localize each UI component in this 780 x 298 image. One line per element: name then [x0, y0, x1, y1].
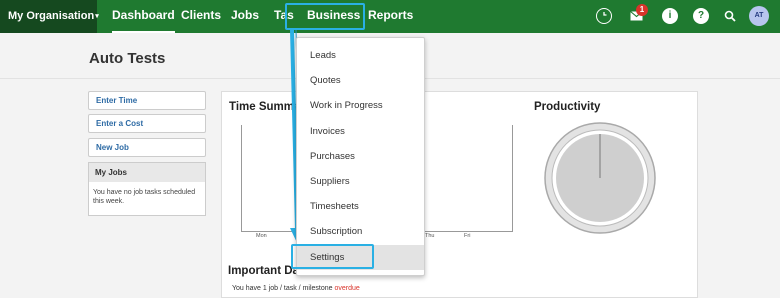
enter-time-button[interactable]: Enter Time — [88, 91, 206, 110]
top-navbar: My Organisation▾ Dashboard Clients Jobs … — [0, 0, 780, 33]
new-job-button[interactable]: New Job — [88, 138, 206, 157]
info-icon[interactable]: i — [662, 8, 678, 24]
search-icon[interactable] — [722, 8, 738, 24]
productivity-title: Productivity — [534, 101, 601, 113]
organisation-name: My Organisation — [8, 10, 95, 22]
my-jobs-empty-text: You have no job tasks scheduled this wee… — [93, 189, 196, 205]
settings-highlight-box — [291, 244, 374, 269]
tick-label-fri: Fri — [464, 233, 471, 239]
tick-label-mon: Mon — [256, 233, 267, 239]
my-jobs-panel: My Jobs You have no job tasks scheduled … — [88, 162, 206, 216]
menu-item-invoices[interactable]: Invoices — [297, 119, 424, 144]
overdue-link[interactable]: overdue — [334, 285, 359, 292]
clock-icon[interactable] — [596, 8, 612, 24]
menu-item-work-in-progress[interactable]: Work in Progress — [297, 93, 424, 118]
menu-item-quotes[interactable]: Quotes — [297, 68, 424, 93]
menu-item-purchases[interactable]: Purchases — [297, 144, 424, 169]
tick-label-thu: Thu — [425, 233, 435, 239]
help-icon[interactable]: ? — [693, 8, 709, 24]
nav-clients[interactable]: Clients — [181, 0, 221, 33]
menu-item-suppliers[interactable]: Suppliers — [297, 169, 424, 194]
organisation-switcher[interactable]: My Organisation▾ — [0, 0, 99, 33]
nav-jobs[interactable]: Jobs — [231, 0, 259, 33]
nav-reports[interactable]: Reports — [368, 0, 413, 33]
time-chart-right-axis — [512, 125, 513, 231]
important-dates-title: Important Da — [228, 265, 299, 277]
enter-cost-button[interactable]: Enter a Cost — [88, 114, 206, 133]
menu-item-timesheets[interactable]: Timesheets — [297, 194, 424, 219]
time-chart-left-axis — [241, 125, 242, 231]
productivity-gauge — [544, 122, 656, 234]
page-title: Auto Tests — [89, 50, 166, 67]
nav-dashboard[interactable]: Dashboard — [112, 0, 175, 33]
business-dropdown-menu: Leads Quotes Work in Progress Invoices P… — [296, 37, 425, 276]
important-summary: You have 1 job / task / milestone overdu… — [232, 285, 360, 292]
menu-item-leads[interactable]: Leads — [297, 43, 424, 68]
notification-badge: 1 — [636, 4, 648, 16]
summary-text: You have 1 job / task / milestone — [232, 285, 335, 292]
my-jobs-title: My Jobs — [89, 163, 205, 182]
avatar[interactable]: AT — [749, 6, 769, 26]
chevron-down-icon: ▾ — [95, 13, 99, 20]
menu-item-subscription[interactable]: Subscription — [297, 219, 424, 244]
